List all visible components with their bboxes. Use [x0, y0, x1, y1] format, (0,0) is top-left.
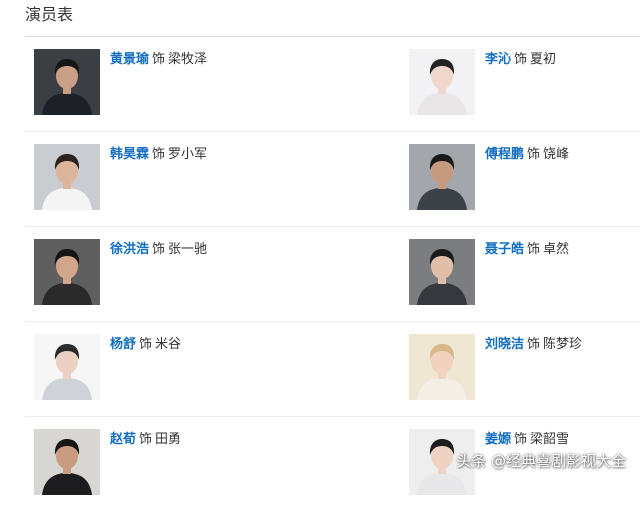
actor-photo[interactable] — [34, 144, 100, 210]
role-separator: 饰 — [514, 52, 528, 67]
role-name: 陈梦珍 — [543, 337, 583, 352]
portrait-image — [409, 239, 475, 305]
cast-row: 杨舒饰米谷 刘晓洁饰陈梦珍 — [25, 322, 640, 417]
cast-caption: 傅程鹏饰饶峰 — [485, 146, 569, 164]
role-separator: 饰 — [527, 147, 541, 162]
actor-name-link[interactable]: 傅程鹏 — [485, 147, 524, 162]
actor-photo[interactable] — [409, 144, 475, 210]
cast-caption: 聂子皓饰卓然 — [485, 241, 569, 259]
role-name: 米谷 — [155, 337, 182, 352]
portrait-image — [34, 144, 100, 210]
actor-photo[interactable] — [409, 334, 475, 400]
actor-name-link[interactable]: 刘晓洁 — [485, 337, 524, 352]
portrait-image — [409, 49, 475, 115]
role-separator: 饰 — [152, 52, 166, 67]
actor-name-link[interactable]: 聂子皓 — [485, 242, 524, 257]
page-title: 演员表 — [25, 5, 74, 24]
portrait-image — [34, 49, 100, 115]
actor-name-link[interactable]: 姜嫄 — [485, 432, 511, 447]
cast-caption: 黄景瑜饰梁牧泽 — [110, 51, 207, 69]
actor-name-link[interactable]: 韩昊霖 — [110, 147, 149, 162]
role-name: 卓然 — [543, 242, 570, 257]
cast-caption: 姜嫄饰梁韶雪 — [485, 431, 569, 449]
actor-name-link[interactable]: 黄景瑜 — [110, 52, 149, 67]
role-separator: 饰 — [514, 432, 528, 447]
cast-row: 徐洪浩饰张一驰 聂子皓饰卓然 — [25, 227, 640, 322]
role-separator: 饰 — [152, 147, 166, 162]
role-name: 饶峰 — [543, 147, 570, 162]
actor-name-link[interactable]: 杨舒 — [110, 337, 136, 352]
cast-caption: 韩昊霖饰罗小军 — [110, 146, 207, 164]
cast-caption: 徐洪浩饰张一驰 — [110, 241, 207, 259]
actor-photo[interactable] — [409, 239, 475, 305]
cast-row: 黄景瑜饰梁牧泽 李沁饰夏初 — [25, 37, 640, 132]
cast-row: 韩昊霖饰罗小军 傅程鹏饰饶峰 — [25, 132, 640, 227]
role-name: 梁牧泽 — [168, 52, 208, 67]
cast-caption: 赵荀饰田勇 — [110, 431, 181, 449]
role-name: 罗小军 — [168, 147, 208, 162]
portrait-image — [34, 334, 100, 400]
actor-name-link[interactable]: 徐洪浩 — [110, 242, 149, 257]
actor-name-link[interactable]: 赵荀 — [110, 432, 136, 447]
portrait-image — [34, 429, 100, 495]
role-separator: 饰 — [527, 242, 541, 257]
actor-photo[interactable] — [34, 429, 100, 495]
source-watermark: 头条 @经典喜剧影视大全 — [456, 452, 626, 470]
role-name: 夏初 — [530, 52, 557, 67]
actor-photo[interactable] — [34, 239, 100, 305]
cast-caption: 杨舒饰米谷 — [110, 336, 181, 354]
role-separator: 饰 — [139, 432, 153, 447]
role-name: 梁韶雪 — [530, 432, 570, 447]
role-separator: 饰 — [139, 337, 153, 352]
actor-name-link[interactable]: 李沁 — [485, 52, 511, 67]
portrait-image — [409, 334, 475, 400]
cast-list: 黄景瑜饰梁牧泽 李沁饰夏初 韩昊霖饰罗小军 傅程鹏饰饶峰 徐洪浩饰张一驰 聂子皓… — [25, 37, 640, 511]
actor-photo[interactable] — [34, 49, 100, 115]
cast-caption: 刘晓洁饰陈梦珍 — [485, 336, 582, 354]
portrait-image — [34, 239, 100, 305]
role-separator: 饰 — [152, 242, 166, 257]
role-name: 田勇 — [155, 432, 182, 447]
role-name: 张一驰 — [168, 242, 208, 257]
portrait-image — [409, 144, 475, 210]
actor-photo[interactable] — [409, 49, 475, 115]
actor-photo[interactable] — [34, 334, 100, 400]
cast-caption: 李沁饰夏初 — [485, 51, 556, 69]
role-separator: 饰 — [527, 337, 541, 352]
